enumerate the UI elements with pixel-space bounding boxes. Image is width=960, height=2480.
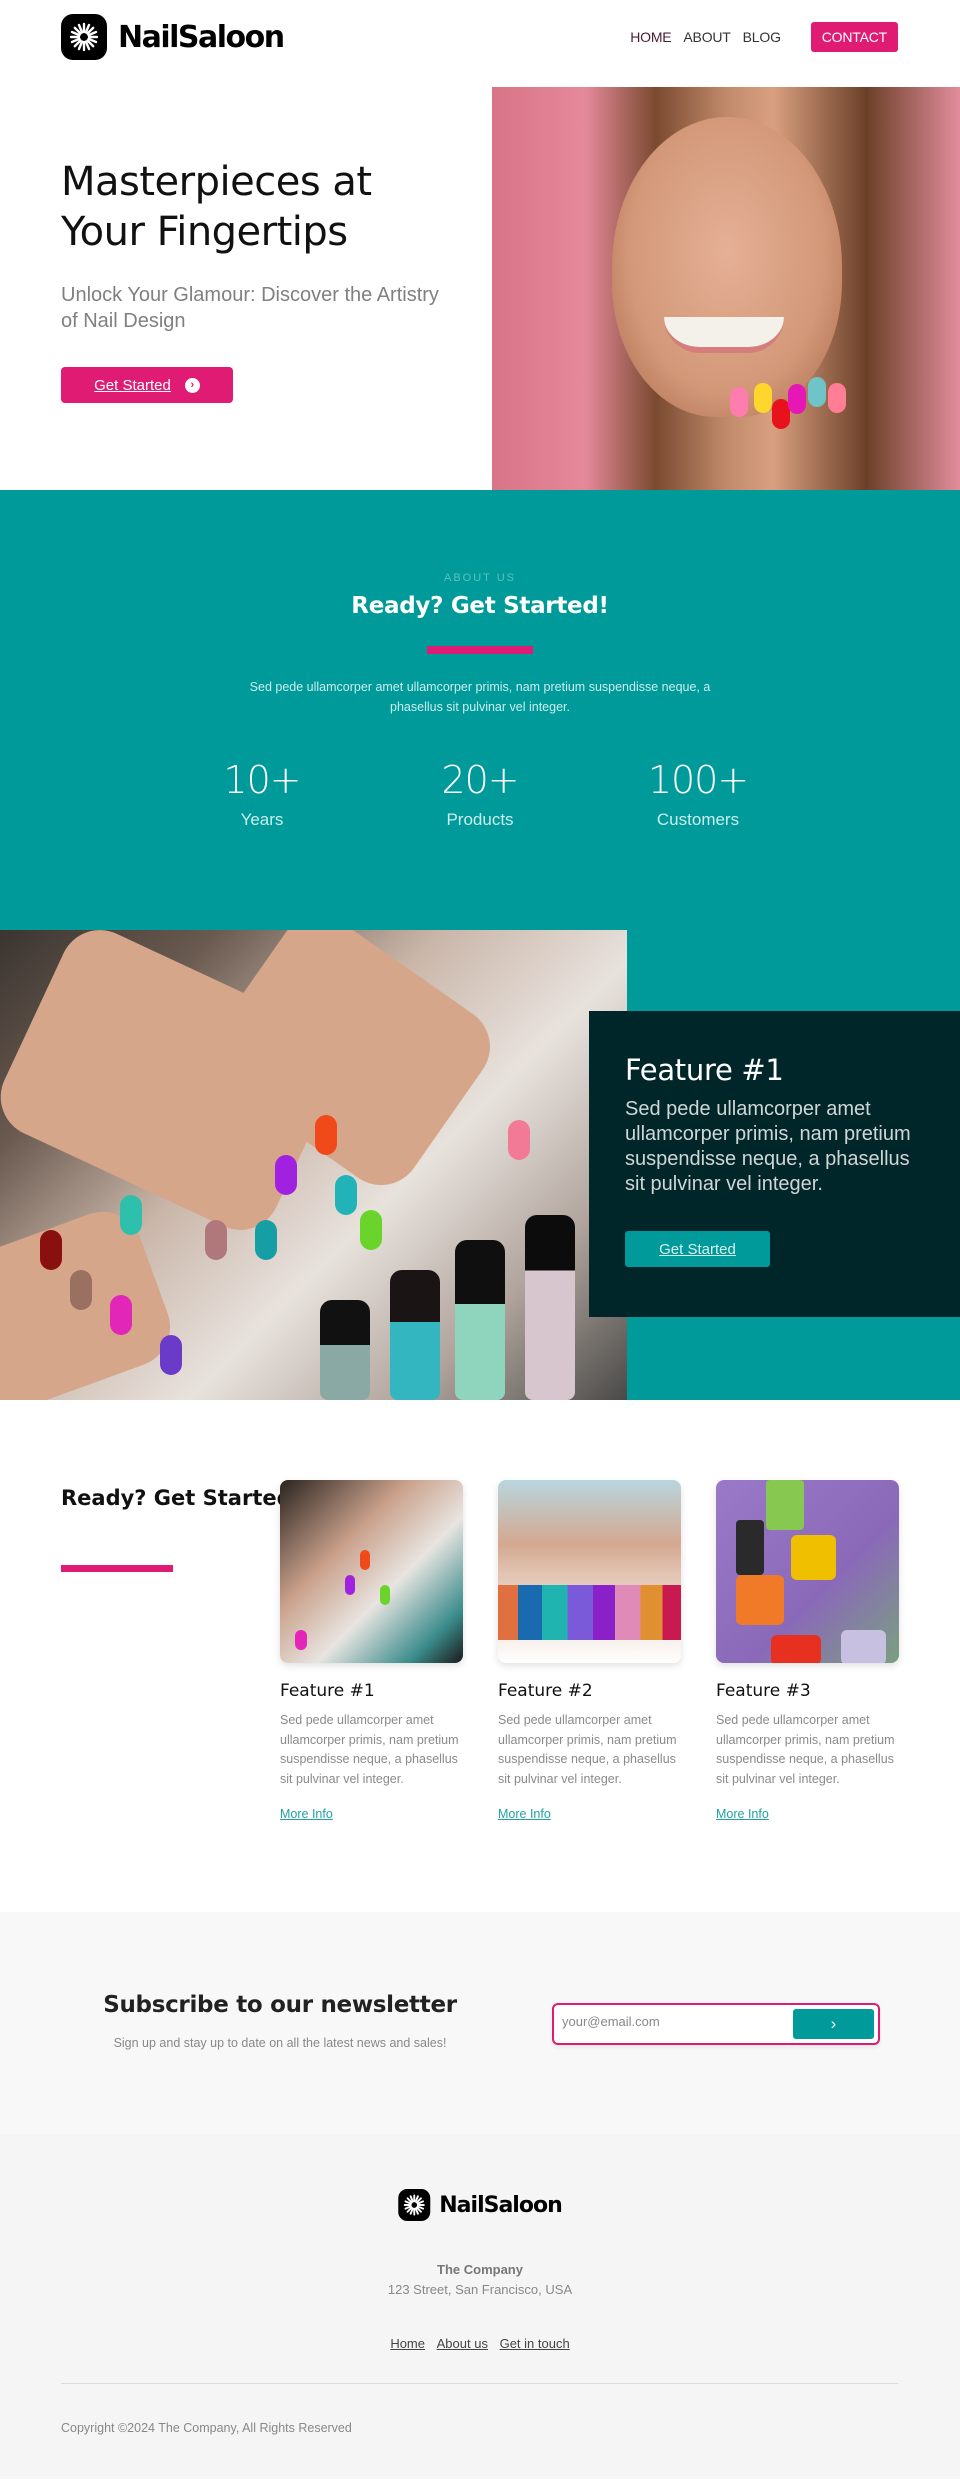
newsletter-email-input[interactable] — [562, 2014, 782, 2029]
footer-link-home[interactable]: Home — [390, 2336, 425, 2351]
feature-card-text: Sed pede ullamcorper amet ullamcorper pr… — [498, 1713, 677, 1786]
brand-logo[interactable]: NailSaloon — [61, 14, 285, 60]
features-divider — [61, 1565, 173, 1572]
feature-card-text: Sed pede ullamcorper amet ullamcorper pr… — [280, 1713, 459, 1786]
feature-image-nail — [40, 1230, 62, 1270]
feature-image-bottle — [320, 1300, 370, 1400]
feature-highlight-image — [0, 930, 627, 1400]
feature-card-image — [716, 1480, 899, 1663]
feature-card-title: Feature #2 — [498, 1681, 593, 1701]
feature-get-started-button[interactable]: Get Started — [625, 1231, 770, 1267]
about-title: Ready? Get Started! — [351, 593, 609, 619]
hero-cta-label: Get Started — [94, 376, 171, 394]
hero-image-face — [612, 117, 842, 417]
feature-card-title: Feature #1 — [280, 1681, 375, 1701]
nav-home[interactable]: HOME — [630, 29, 671, 45]
hero-title: Masterpieces at Your Fingertips — [61, 157, 372, 257]
newsletter-submit-button[interactable]: › — [793, 2009, 874, 2039]
feature-image-nail — [205, 1220, 227, 1260]
nav-about[interactable]: ABOUT — [683, 29, 730, 45]
feature-card: Feature #2 Sed pede ullamcorper amet ull… — [498, 1480, 681, 1823]
chevron-right-circle-icon: › — [184, 377, 200, 393]
feature-image-nail — [110, 1295, 132, 1335]
hero-image-nail — [828, 383, 846, 413]
feature-card-text: Sed pede ullamcorper amet ullamcorper pr… — [716, 1713, 895, 1786]
hero-image-nail — [808, 377, 826, 407]
hero-image — [492, 87, 960, 490]
feature-image-nail — [315, 1115, 337, 1155]
newsletter-form: › — [552, 2003, 880, 2045]
stat-label: Customers — [656, 810, 740, 829]
nav-contact-button[interactable]: CONTACT — [810, 22, 898, 52]
starburst-icon — [61, 14, 107, 60]
features-section: Ready? Get Started! Feature #1 Sed pede … — [0, 1400, 960, 1912]
about-text: Sed pede ullamcorper amet ullamcorper pr… — [249, 680, 711, 714]
about-divider — [427, 646, 533, 654]
nav-blog[interactable]: BLOG — [743, 29, 781, 45]
footer-link-contact[interactable]: Get in touch — [500, 2336, 570, 2351]
footer-address: 123 Street, San Francisco, USA — [387, 2282, 573, 2297]
feature-card-title: Feature #3 — [716, 1681, 811, 1701]
stat-label: Years — [240, 810, 284, 829]
feature-card-image — [498, 1480, 681, 1663]
feature-card-more-info-link[interactable]: More Info — [716, 1807, 769, 1821]
site-header: NailSaloon HOME ABOUT BLOG CONTACT — [0, 0, 960, 87]
feature-highlight-section: Feature #1 Sed pede ullamcorper amet ull… — [0, 930, 960, 1400]
stat-label: Products — [446, 810, 514, 829]
feature-image-nail — [275, 1155, 297, 1195]
hero-image-nail — [788, 384, 806, 414]
site-footer: NailSaloon The Company 123 Street, San F… — [0, 2134, 960, 2479]
feature-image-nail — [120, 1195, 142, 1235]
stat-customers: 100+ Customers — [618, 758, 778, 830]
about-section: ABOUT US Ready? Get Started! Sed pede ul… — [0, 490, 960, 930]
hero-title-line1: Masterpieces at — [61, 159, 372, 205]
feature-card-image — [280, 1480, 463, 1663]
chevron-right-icon: › — [830, 2014, 837, 2033]
feature-highlight-title: Feature #1 — [625, 1053, 784, 1087]
feature-image-nail — [160, 1335, 182, 1375]
starburst-icon — [398, 2189, 431, 2221]
feature-card-more-info-link[interactable]: More Info — [498, 1807, 551, 1821]
newsletter-subtitle: Sign up and stay up to date on all the l… — [113, 2036, 447, 2050]
stat-value: 20+ — [441, 758, 519, 802]
feature-card: Feature #3 Sed pede ullamcorper amet ull… — [716, 1480, 899, 1823]
footer-logo[interactable]: NailSaloon — [398, 2189, 563, 2221]
features-title: Ready? Get Started! — [61, 1486, 302, 1510]
hero-image-smile — [664, 317, 784, 353]
feature-image-nail — [70, 1270, 92, 1310]
about-eyebrow: ABOUT US — [443, 572, 517, 584]
feature-image-bottle — [525, 1215, 575, 1400]
feature-image-nail — [508, 1120, 530, 1160]
feature-image-bottle — [390, 1270, 440, 1400]
hero-get-started-button[interactable]: Get Started › — [61, 367, 233, 403]
footer-divider — [61, 2383, 898, 2384]
feature-highlight-card: Feature #1 Sed pede ullamcorper amet ull… — [589, 1011, 960, 1317]
feature-highlight-text: Sed pede ullamcorper amet ullamcorper pr… — [625, 1098, 911, 1195]
stat-value: 10+ — [223, 758, 301, 802]
feature-image-nail — [255, 1220, 277, 1260]
feature-image-nail — [360, 1210, 382, 1250]
feature-card: Feature #1 Sed pede ullamcorper amet ull… — [280, 1480, 463, 1823]
stat-value: 100+ — [647, 758, 749, 802]
hero-image-nail — [730, 387, 748, 417]
feature-image-nail — [335, 1175, 357, 1215]
hero-title-line2: Your Fingertips — [61, 209, 348, 255]
brand-name: NailSaloon — [118, 19, 285, 55]
feature-image-bottle — [455, 1240, 505, 1400]
hero-subtitle: Unlock Your Glamour: Discover the Artist… — [61, 284, 439, 332]
footer-company: The Company — [437, 2262, 523, 2277]
feature-card-more-info-link[interactable]: More Info — [280, 1807, 333, 1821]
footer-copyright: Copyright ©2024 The Company, All Rights … — [61, 2421, 352, 2435]
stat-years: 10+ Years — [182, 758, 342, 830]
footer-link-about[interactable]: About us — [437, 2336, 488, 2351]
footer-brand-name: NailSaloon — [439, 2192, 562, 2218]
hero-image-nail — [754, 383, 772, 413]
footer-links: Home About us Get in touch — [0, 2336, 960, 2351]
hero-section: Masterpieces at Your Fingertips Unlock Y… — [0, 87, 960, 490]
stat-products: 20+ Products — [400, 758, 560, 830]
newsletter-title: Subscribe to our newsletter — [103, 1992, 457, 2018]
main-nav: HOME ABOUT BLOG CONTACT — [618, 22, 898, 52]
newsletter-section: Subscribe to our newsletter Sign up and … — [0, 1912, 960, 2134]
